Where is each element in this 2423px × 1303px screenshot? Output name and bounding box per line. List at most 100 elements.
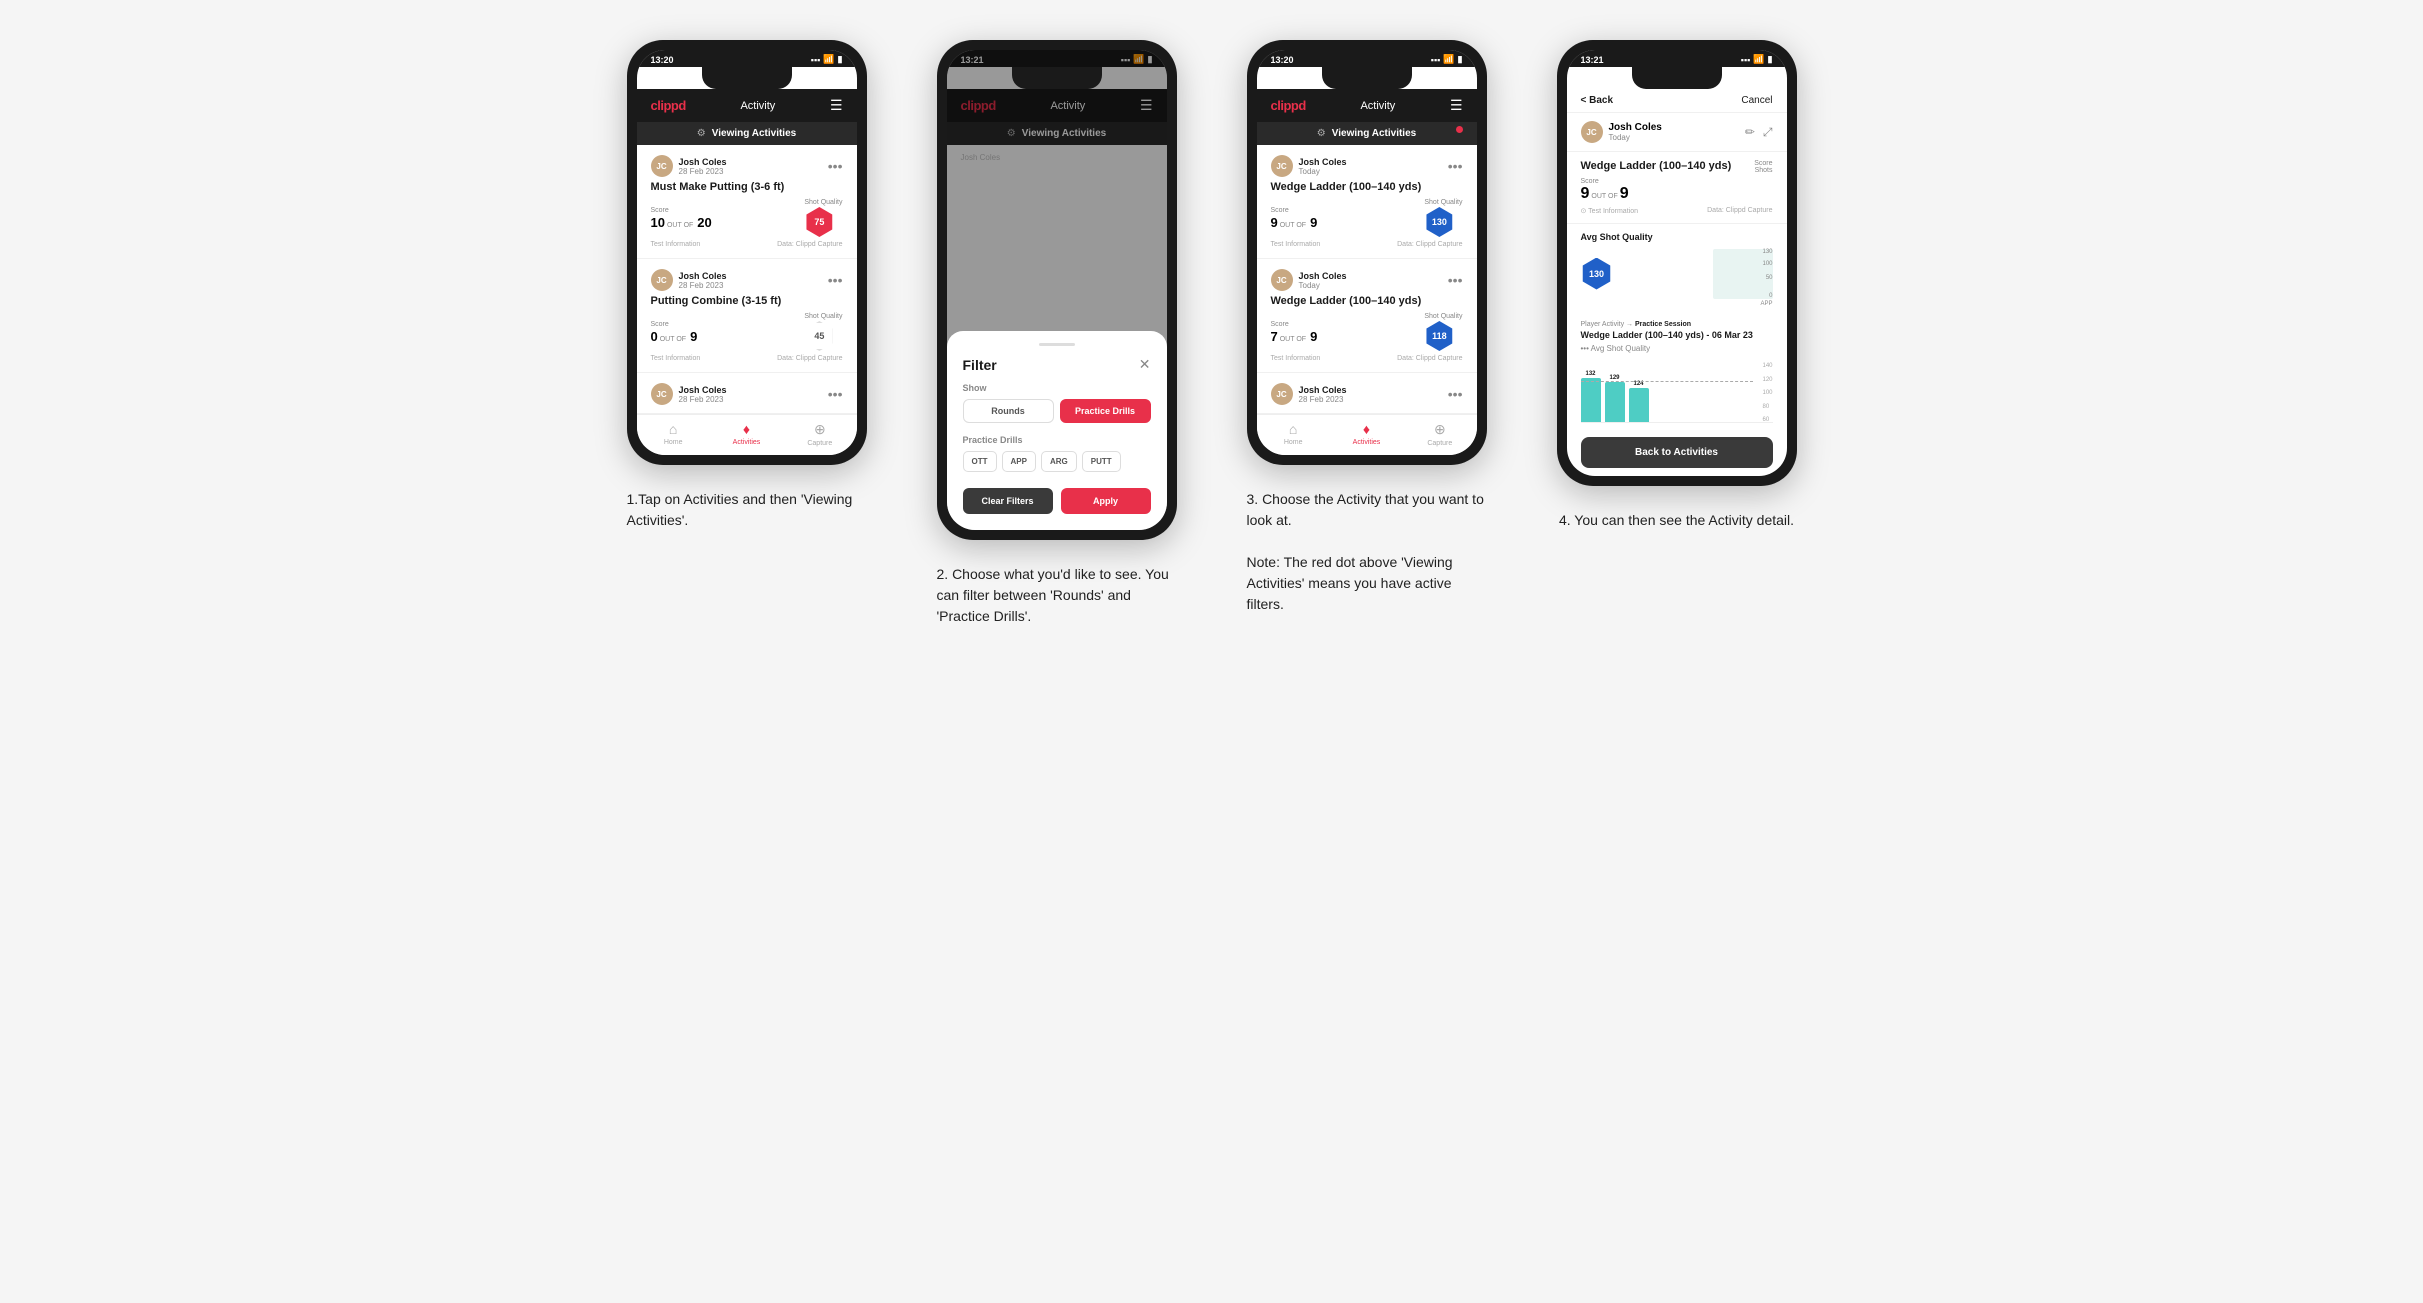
notch-4 — [1632, 67, 1722, 89]
signal-icon-4: ▪▪▪ — [1741, 55, 1751, 65]
nav-capture-3[interactable]: ⊕ Capture — [1403, 421, 1476, 447]
modal-close-icon[interactable]: ✕ — [1139, 356, 1151, 373]
drill-arg[interactable]: ARG — [1041, 451, 1077, 472]
activities-icon-1: ♦ — [743, 421, 750, 437]
modal-handle — [1039, 343, 1075, 346]
drill-button-group: OTT APP ARG PUTT — [963, 451, 1151, 472]
status-bar-1: 13:20 ▪▪▪ 📶 ▮ — [637, 50, 857, 67]
detail-user-row-4: JC Josh Coles Today ✏ ⤢ — [1567, 113, 1787, 152]
avg-sq-hexagon-4: 130 — [1581, 258, 1613, 290]
user-name-1-1: Josh Coles — [679, 157, 727, 167]
practice-drills-button[interactable]: Practice Drills — [1060, 399, 1151, 423]
drill-app[interactable]: APP — [1002, 451, 1036, 472]
more-icon-1-2[interactable]: ••• — [828, 273, 843, 287]
phone-column-4: 13:21 ▪▪▪ 📶 ▮ < Back Cancel JC — [1542, 40, 1812, 531]
rounds-button[interactable]: Rounds — [963, 399, 1054, 423]
filter-bar-title-1: Viewing Activities — [712, 128, 796, 139]
session-subtitle-4: ••• Avg Shot Quality — [1567, 344, 1787, 359]
phone-4-inner: 13:21 ▪▪▪ 📶 ▮ < Back Cancel JC — [1567, 50, 1787, 476]
nav-home-1[interactable]: ⌂ Home — [637, 421, 710, 447]
status-icons-1: ▪▪▪ 📶 ▮ — [811, 54, 843, 65]
status-time-3: 13:20 — [1271, 55, 1294, 65]
filter-modal: Filter ✕ Show Rounds Practice Drills Pra… — [947, 331, 1167, 530]
drill-putt[interactable]: PUTT — [1082, 451, 1121, 472]
avatar-3-1: JC — [1271, 155, 1293, 177]
card-header-3-2: JC Josh Coles Today ••• — [1271, 269, 1463, 291]
activity-card-3-2[interactable]: JC Josh Coles Today ••• Wedge Ladder (10… — [1257, 259, 1477, 373]
activity-card-3-1[interactable]: JC Josh Coles Today ••• Wedge Ladder (10… — [1257, 145, 1477, 259]
nav-activities-3[interactable]: ♦ Activities — [1330, 421, 1403, 447]
detail-user-name-4: Josh Coles — [1609, 122, 1662, 133]
detail-drill-section-4: Wedge Ladder (100–140 yds) Score Shots S… — [1567, 152, 1787, 224]
more-icon-3-2[interactable]: ••• — [1448, 273, 1463, 287]
user-date-3-1: Today — [1299, 167, 1347, 176]
detail-user-info-4: Josh Coles Today — [1609, 122, 1662, 142]
expand-icon-4[interactable]: ⤢ — [1763, 125, 1773, 140]
shots-value-3-1: 9 — [1310, 215, 1317, 230]
cancel-button-4[interactable]: Cancel — [1741, 95, 1772, 106]
user-info-1-1: Josh Coles 28 Feb 2023 — [679, 157, 727, 176]
more-icon-3-3[interactable]: ••• — [1448, 387, 1463, 401]
activity-card-1-3[interactable]: JC Josh Coles 28 Feb 2023 ••• — [637, 373, 857, 414]
activity-card-1-1[interactable]: JC Josh Coles 28 Feb 2023 ••• Must Make … — [637, 145, 857, 259]
filter-bar-1[interactable]: ⚙ Viewing Activities — [637, 122, 857, 145]
avatar-1-2: JC — [651, 269, 673, 291]
activity-card-1-2[interactable]: JC Josh Coles 28 Feb 2023 ••• Putting Co… — [637, 259, 857, 373]
detail-drill-name-4: Wedge Ladder (100–140 yds) — [1581, 160, 1732, 172]
bar-2-4: 129 — [1605, 375, 1625, 422]
edit-icon-4[interactable]: ✏ — [1745, 125, 1755, 140]
bar-1-4: 132 — [1581, 371, 1601, 422]
detail-score-block-4: Score 9 OUT OF 9 — [1581, 178, 1629, 203]
avatar-1-1: JC — [651, 155, 673, 177]
user-name-1-2: Josh Coles — [679, 271, 727, 281]
card-user-1-1: JC Josh Coles 28 Feb 2023 — [651, 155, 727, 177]
apply-button[interactable]: Apply — [1061, 488, 1151, 514]
drill-ott[interactable]: OTT — [963, 451, 997, 472]
nav-capture-1[interactable]: ⊕ Capture — [783, 421, 856, 447]
activity-card-3-3[interactable]: JC Josh Coles 28 Feb 2023 ••• — [1257, 373, 1477, 414]
quality-hexagon-1-1: 75 — [804, 207, 834, 237]
activity-name-1-2: Putting Combine (3-15 ft) — [651, 295, 843, 307]
wifi-icon: 📶 — [823, 54, 834, 65]
card-header-1-3: JC Josh Coles 28 Feb 2023 ••• — [651, 383, 843, 405]
practice-drills-label: Practice Drills — [963, 435, 1151, 445]
quality-block-3-1: Shot Quality 130 — [1424, 199, 1462, 237]
detail-header-4: < Back Cancel — [1567, 89, 1787, 113]
card-footer-3-1: Test Information Data: Clippd Capture — [1271, 241, 1463, 248]
red-dot-3 — [1456, 126, 1463, 133]
phone-1-inner: 13:20 ▪▪▪ 📶 ▮ clippd Activity ☰ — [637, 50, 857, 455]
avatar-1-3: JC — [651, 383, 673, 405]
user-name-3-2: Josh Coles — [1299, 271, 1347, 281]
capture-icon-1: ⊕ — [814, 421, 826, 438]
nav-activities-1[interactable]: ♦ Activities — [710, 421, 783, 447]
app-logo-1: clippd — [651, 98, 686, 113]
score-block-3-2: Score 7 OUT OF 9 — [1271, 321, 1318, 344]
user-date-1-1: 28 Feb 2023 — [679, 167, 727, 176]
wifi-icon-3: 📶 — [1443, 54, 1454, 65]
nav-home-3[interactable]: ⌂ Home — [1257, 421, 1330, 447]
filter-bar-3[interactable]: ⚙ Viewing Activities — [1257, 122, 1477, 145]
activity-name-1-1: Must Make Putting (3-6 ft) — [651, 181, 843, 193]
more-icon-1-3[interactable]: ••• — [828, 387, 843, 401]
battery-icon: ▮ — [838, 54, 843, 65]
home-icon-3: ⌂ — [1289, 421, 1297, 437]
back-button-4[interactable]: < Back — [1581, 95, 1614, 106]
back-to-activities-button-4[interactable]: Back to Activities — [1581, 437, 1773, 468]
signal-icon-3: ▪▪▪ — [1431, 55, 1441, 65]
stats-row-3-1: Score 9 OUT OF 9 Shot Quality 130 — [1271, 199, 1463, 237]
hamburger-icon-3[interactable]: ☰ — [1450, 97, 1463, 114]
detail-actions-4: ✏ ⤢ — [1745, 125, 1773, 140]
hamburger-icon-1[interactable]: ☰ — [830, 97, 843, 114]
modal-header: Filter ✕ — [963, 356, 1151, 373]
status-icons-4: ▪▪▪ 📶 ▮ — [1741, 54, 1773, 65]
stats-row-1-2: Score 0 OUT OF 9 Shot Quality 45 — [651, 313, 843, 351]
clear-filters-button[interactable]: Clear Filters — [963, 488, 1053, 514]
user-date-3-3: 28 Feb 2023 — [1299, 395, 1347, 404]
more-icon-3-1[interactable]: ••• — [1448, 159, 1463, 173]
more-icon-1-1[interactable]: ••• — [828, 159, 843, 173]
card-user-3-3: JC Josh Coles 28 Feb 2023 — [1271, 383, 1347, 405]
phone-2-inner: 13:21 ▪▪▪ 📶 ▮ clippd Activity ☰ ⚙ Viewin… — [947, 50, 1167, 530]
score-value-1-1: 10 — [651, 215, 665, 230]
caption-2: 2. Choose what you'd like to see. You ca… — [937, 564, 1177, 627]
phone-3: 13:20 ▪▪▪ 📶 ▮ clippd Activity ☰ ⚙ Viewin… — [1247, 40, 1487, 465]
